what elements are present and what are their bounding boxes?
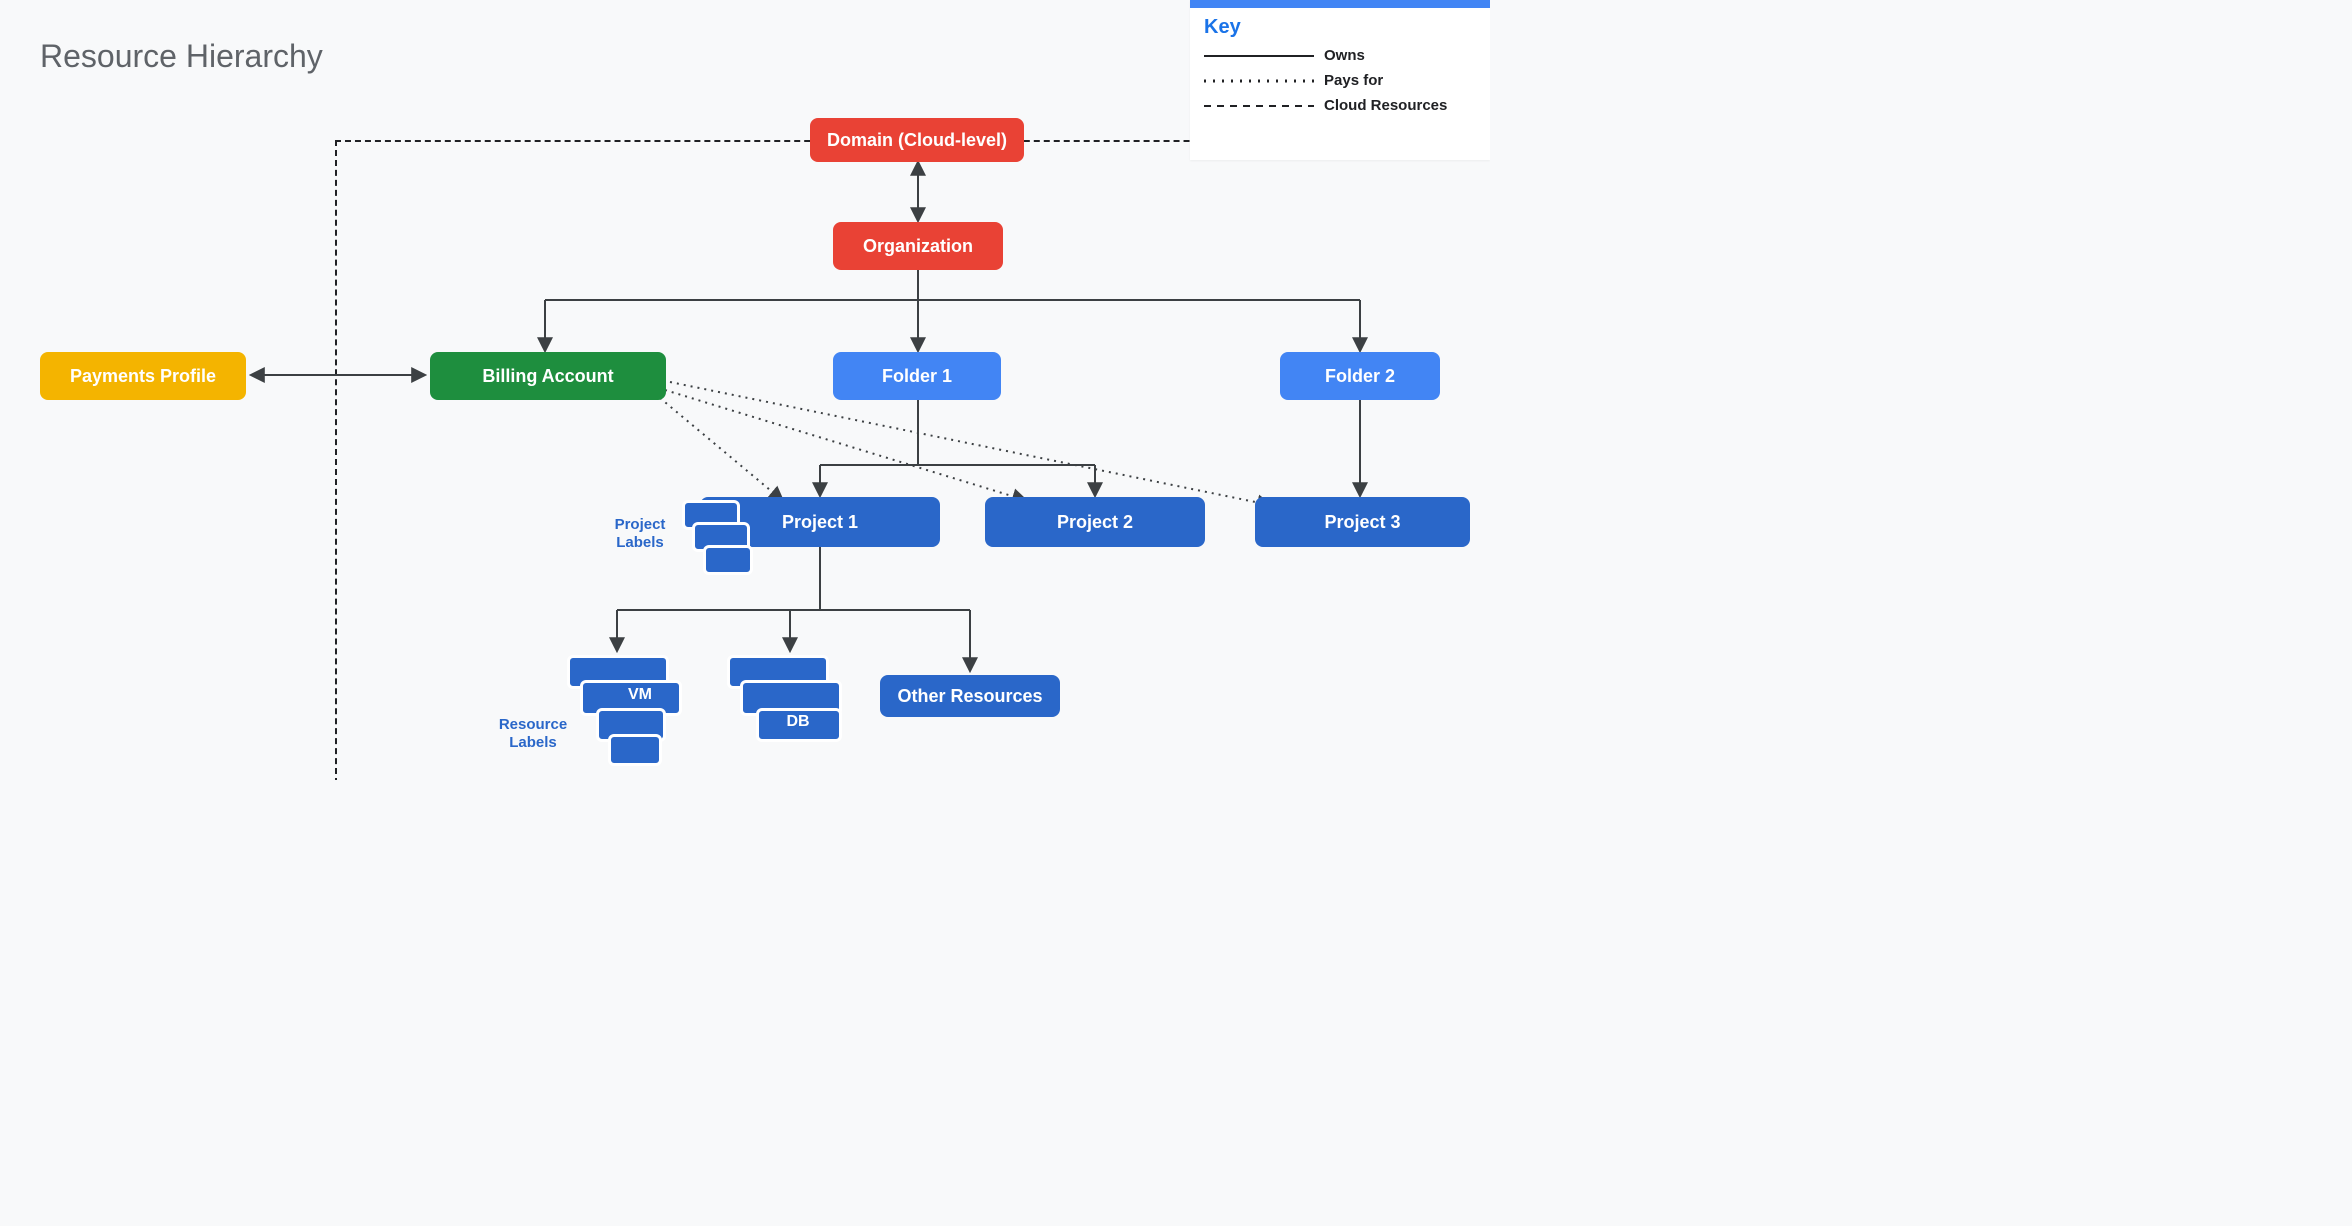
node-project3: Project 3 <box>1255 497 1470 547</box>
project-labels-text: ProjectLabels <box>605 516 675 552</box>
edge-pays-project3 <box>670 382 1270 505</box>
edge-pays-project1 <box>660 398 782 500</box>
node-payments-profile: Payments Profile <box>40 352 246 400</box>
node-folder1: Folder 1 <box>833 352 1001 400</box>
project-labels-stack <box>703 545 753 575</box>
vm-stack <box>608 734 662 766</box>
node-folder2: Folder 2 <box>1280 352 1440 400</box>
db-label: DB <box>766 709 830 735</box>
vm-label: VM <box>608 682 672 708</box>
legend-row-cloudres: Cloud Resources <box>1190 93 1490 118</box>
node-domain: Domain (Cloud-level) <box>810 118 1024 162</box>
legend-row-owns: Owns <box>1190 43 1490 68</box>
node-organization: Organization <box>833 222 1003 270</box>
edge-pays-project2 <box>665 390 1025 500</box>
legend-row-paysfor: Pays for <box>1190 68 1490 93</box>
node-project2: Project 2 <box>985 497 1205 547</box>
resource-labels-text: ResourceLabels <box>488 716 578 752</box>
legend: Key Owns Pays for Cloud Resources <box>1190 0 1490 160</box>
node-other-resources: Other Resources <box>880 675 1060 717</box>
node-billing-account: Billing Account <box>430 352 666 400</box>
legend-title: Key <box>1190 8 1490 43</box>
